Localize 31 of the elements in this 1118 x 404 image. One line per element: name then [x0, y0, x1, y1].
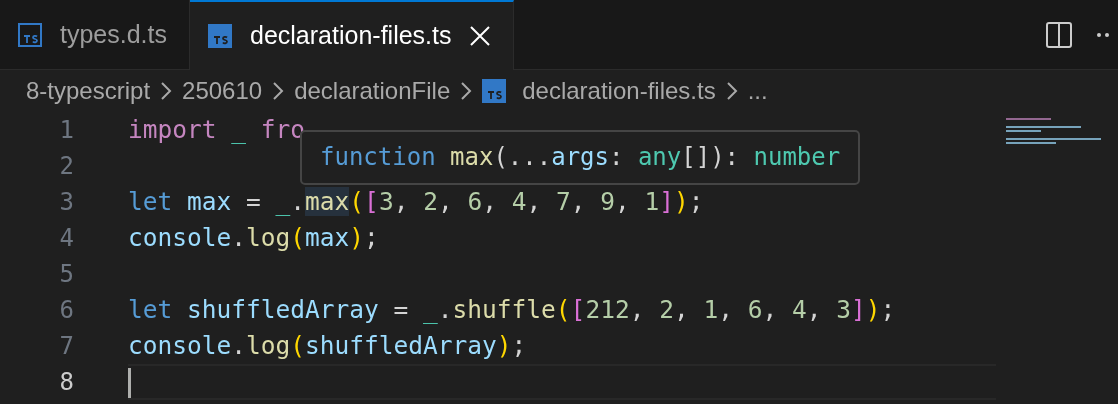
code-line: console.log(shuffledArray);	[128, 330, 528, 362]
tab-label: types.d.ts	[60, 18, 167, 50]
code-line: let shuffledArray = _.shuffle([212, 2, 1, 6, 4, 3]);	[128, 294, 897, 326]
chevron-icon	[725, 81, 738, 101]
editor-tab[interactable]: declaration-files.ts	[190, 0, 515, 70]
chevron-icon	[460, 81, 473, 101]
close-icon[interactable]	[469, 25, 492, 47]
line-number: 7	[58, 331, 75, 362]
typescript-file-icon	[208, 24, 232, 48]
tab-label: declaration-files.ts	[250, 20, 452, 52]
chevron-icon	[160, 81, 173, 101]
code-line: console.log(max);	[128, 222, 380, 254]
more-actions-icon[interactable]	[1096, 31, 1110, 38]
typescript-file-icon	[18, 22, 42, 47]
line-number: 4	[58, 223, 75, 254]
breadcrumb-item[interactable]: 250610	[182, 73, 263, 109]
line-number: 1	[58, 115, 75, 146]
line-number: 6	[58, 295, 75, 326]
breadcrumb-item[interactable]: 8-typescript	[26, 73, 151, 109]
line-number: 2	[58, 151, 75, 182]
typescript-file-icon	[482, 79, 507, 103]
line-number: 5	[58, 259, 75, 290]
line-number: 3	[58, 187, 75, 218]
line-number: 8	[58, 367, 75, 398]
chevron-icon	[272, 81, 285, 101]
text-cursor	[128, 368, 131, 398]
breadcrumb-item[interactable]: declaration-files.ts	[522, 73, 716, 109]
breadcrumb-item[interactable]: declarationFile	[294, 73, 451, 109]
code-line: let max = _.max([3, 2, 6, 4, 7, 9, 1]);	[128, 186, 705, 218]
breadcrumb-item[interactable]: ...	[747, 73, 768, 109]
split-editor-icon[interactable]	[1046, 21, 1072, 48]
